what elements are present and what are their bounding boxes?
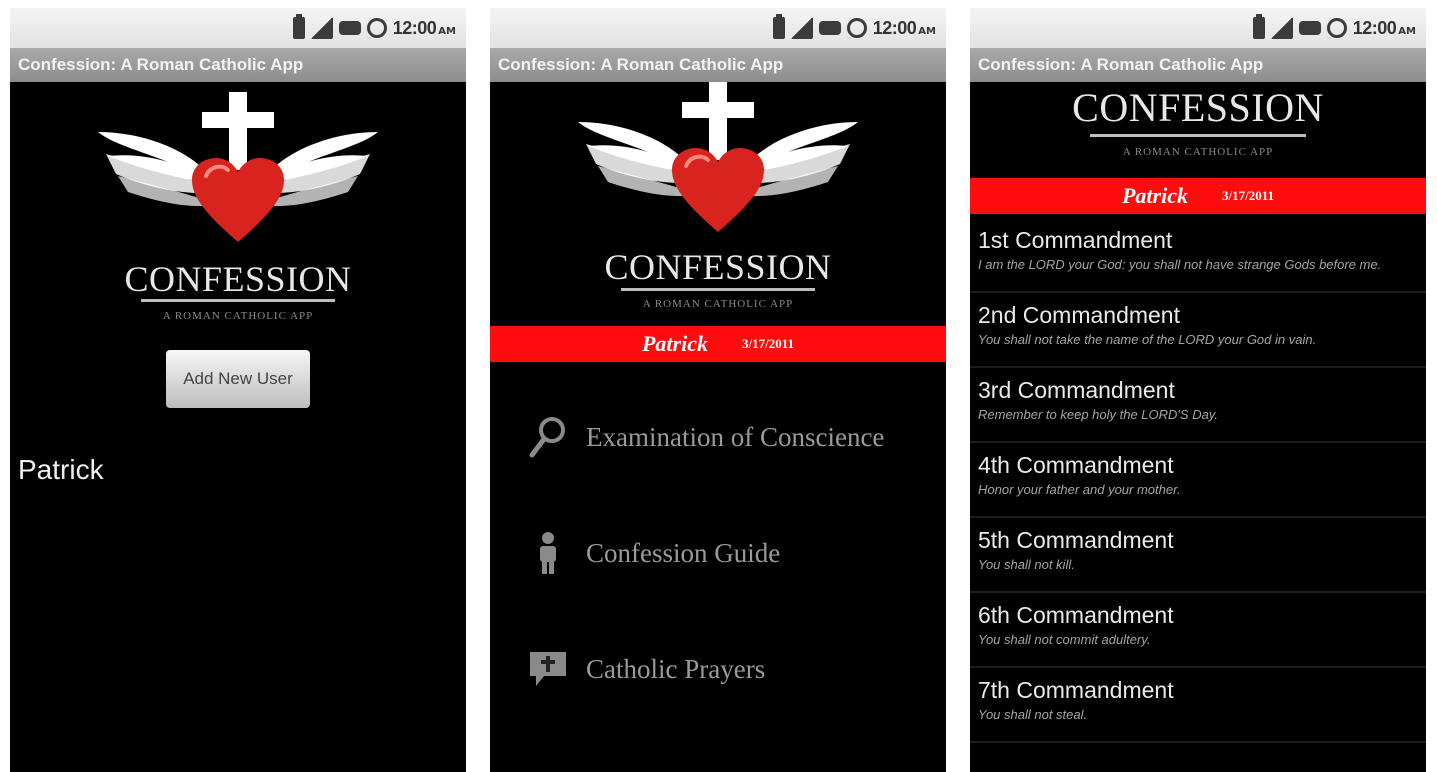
app-title-bar: Confession: A Roman Catholic App — [970, 48, 1426, 82]
commandment-item-1[interactable]: 1st Commandment I am the LORD your God: … — [970, 218, 1426, 293]
signal-icon — [790, 17, 813, 39]
magnifier-icon — [518, 412, 578, 462]
brand-divider — [141, 299, 335, 302]
app-title-bar: Confession: A Roman Catholic App — [490, 48, 946, 82]
commandment-title: 5th Commandment — [978, 527, 1174, 553]
alarm-clock-icon — [1326, 18, 1347, 38]
user-banner: Patrick 3/17/2011 — [490, 326, 946, 362]
phone-screen-users: 12:00 AM Confession: A Roman Catholic App… — [10, 8, 466, 772]
brand-tagline: A ROMAN CATHOLIC APP — [642, 298, 794, 310]
commandment-text: You shall not steal. — [978, 707, 1088, 722]
menu-item-catholic-prayers[interactable]: Catholic Prayers — [490, 634, 946, 704]
brand-title: CONFESSION — [604, 247, 832, 287]
menu-item-examination-of-conscience[interactable]: Examination of Conscience — [490, 402, 946, 472]
app-title-bar: Confession: A Roman Catholic App — [10, 48, 466, 82]
winged-heart-cross-logo — [98, 92, 378, 242]
brand-tagline: A ROMAN CATHOLIC APP — [162, 310, 314, 322]
alarm-clock-icon — [366, 18, 387, 38]
menu-item-confession-guide[interactable]: Confession Guide — [490, 518, 946, 588]
sd-card-icon — [1252, 14, 1265, 39]
commandment-text: Remember to keep holy the LORD'S Day. — [978, 407, 1218, 422]
prayer-bubble-icon — [518, 644, 578, 694]
commandment-title: 7th Commandment — [978, 677, 1174, 703]
user-date: 3/17/2011 — [1221, 188, 1274, 203]
commandment-item-2[interactable]: 2nd Commandment You shall not take the n… — [970, 293, 1426, 368]
commandment-title: 2nd Commandment — [978, 302, 1180, 328]
user-date: 3/17/2011 — [741, 336, 794, 351]
status-time: 12:00 — [392, 17, 437, 38]
person-icon — [518, 528, 578, 578]
signal-icon — [310, 17, 333, 39]
menu-label: Confession Guide — [586, 537, 781, 568]
sd-card-icon — [772, 14, 785, 39]
user-name: Patrick — [1121, 183, 1188, 208]
status-bar: 12:00 AM — [970, 8, 1426, 48]
user-banner: Patrick 3/17/2011 — [970, 178, 1426, 214]
brand-title: CONFESSION — [124, 259, 352, 299]
winged-heart-cross-logo — [578, 82, 858, 232]
commandment-item-7[interactable]: 7th Commandment You shall not steal. — [970, 668, 1426, 743]
commandment-text: You shall not take the name of the LORD … — [978, 332, 1317, 347]
commandment-title: 3rd Commandment — [978, 377, 1175, 403]
commandment-title: 6th Commandment — [978, 602, 1174, 628]
user-name: Patrick — [641, 331, 708, 356]
commandment-text: I am the LORD your God: you shall not ha… — [978, 257, 1382, 272]
commandment-text: Honor your father and your mother. — [978, 482, 1181, 497]
battery-icon — [338, 21, 361, 35]
commandment-item-3[interactable]: 3rd Commandment Remember to keep holy th… — [970, 368, 1426, 443]
menu-label: Catholic Prayers — [586, 653, 766, 684]
battery-icon — [818, 21, 841, 35]
brand-tagline: A ROMAN CATHOLIC APP — [1122, 146, 1274, 158]
commandment-item-4[interactable]: 4th Commandment Honor your father and yo… — [970, 443, 1426, 518]
menu-label: Examination of Conscience — [586, 421, 885, 452]
status-ampm: AM — [1398, 25, 1416, 37]
add-new-user-button[interactable]: Add New User — [166, 350, 310, 408]
commandment-item-5[interactable]: 5th Commandment You shall not kill. — [970, 518, 1426, 593]
commandments-list: 1st Commandment I am the LORD your God: … — [970, 218, 1426, 743]
phone-screen-main-menu: 12:00 AM Confession: A Roman Catholic App… — [490, 8, 946, 772]
brand-title: CONFESSION — [1072, 85, 1324, 130]
status-bar: 12:00 AM — [10, 8, 466, 48]
alarm-clock-icon — [846, 18, 867, 38]
commandment-text: You shall not kill. — [978, 557, 1075, 572]
user-list-item-patrick[interactable]: Patrick — [18, 454, 104, 486]
brand-divider — [1090, 134, 1306, 137]
status-ampm: AM — [438, 25, 456, 37]
commandment-title: 1st Commandment — [978, 227, 1173, 253]
phone-screen-commandments: 12:00 AM Confession: A Roman Catholic App… — [970, 8, 1426, 772]
commandment-item-6[interactable]: 6th Commandment You shall not commit adu… — [970, 593, 1426, 668]
brand-divider — [621, 288, 815, 291]
sd-card-icon — [292, 14, 305, 39]
battery-icon — [1298, 21, 1321, 35]
commandment-text: You shall not commit adultery. — [978, 632, 1151, 647]
commandment-title: 4th Commandment — [978, 452, 1174, 478]
status-time: 12:00 — [872, 17, 917, 38]
status-bar: 12:00 AM — [490, 8, 946, 48]
status-ampm: AM — [918, 25, 936, 37]
signal-icon — [1270, 17, 1293, 39]
status-time: 12:00 — [1352, 17, 1397, 38]
